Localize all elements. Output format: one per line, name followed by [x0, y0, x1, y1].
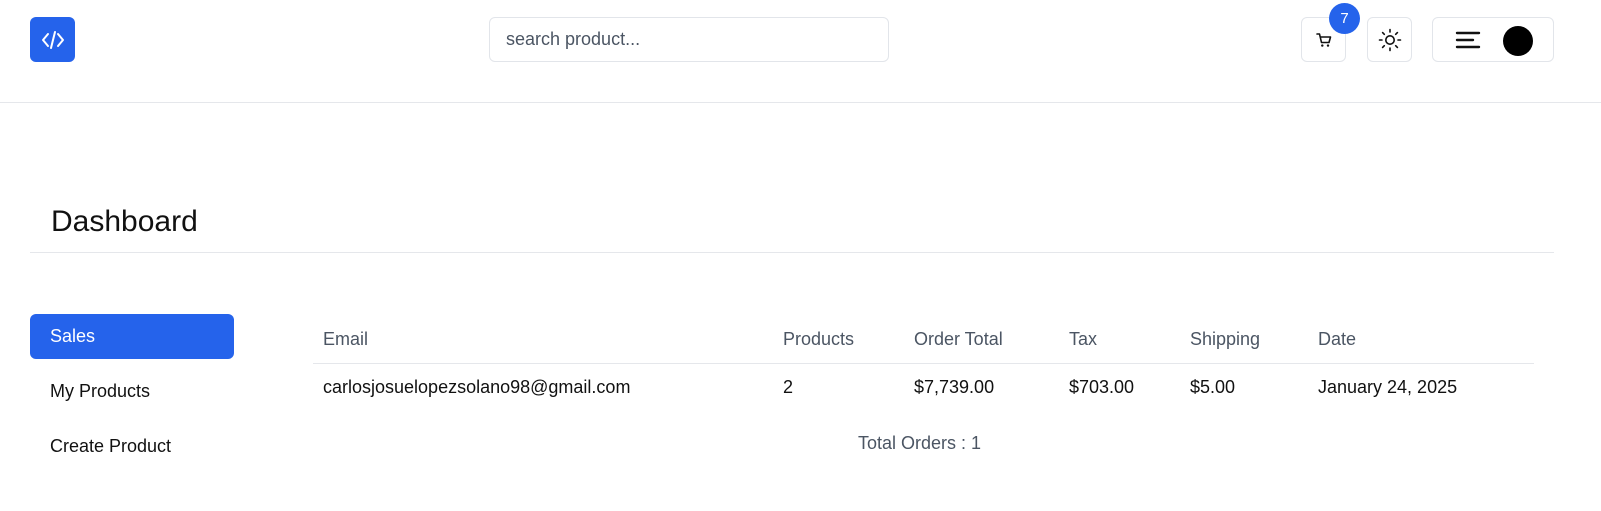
theme-toggle-button[interactable] — [1367, 17, 1412, 62]
top-header: 7 — [0, 0, 1601, 103]
total-orders: Total Orders : 1 — [858, 433, 981, 454]
search-input[interactable] — [489, 17, 889, 62]
cell-tax: $703.00 — [1069, 377, 1135, 397]
avatar — [1503, 26, 1533, 56]
code-icon — [41, 30, 64, 49]
sidebar-item-my-products[interactable]: My Products — [30, 369, 234, 414]
sidebar-item-sales[interactable]: Sales — [30, 314, 234, 359]
cell-order-total: $7,739.00 — [914, 377, 995, 397]
total-orders-value: 1 — [971, 433, 982, 453]
sidebar-item-create-product[interactable]: Create Product — [30, 424, 234, 469]
cart-count-badge: 7 — [1329, 3, 1360, 34]
menu-icon — [1455, 31, 1481, 49]
sun-icon — [1378, 28, 1401, 51]
cell-date: January 24, 2025 — [1318, 377, 1458, 397]
total-orders-label: Total Orders : — [858, 433, 972, 453]
cell-email: carlosjosuelopezsolano98@gmail.com — [323, 377, 631, 397]
title-divider — [30, 252, 1554, 253]
cell-products: 2 — [783, 377, 794, 397]
cell-shipping: $5.00 — [1190, 377, 1236, 397]
column-header-email: Email — [323, 329, 369, 349]
column-header-date: Date — [1318, 329, 1357, 349]
column-header-tax: Tax — [1069, 329, 1098, 349]
column-header-products: Products — [783, 329, 855, 349]
page-title: Dashboard — [51, 205, 198, 238]
column-header-order-total: Order Total — [914, 329, 1003, 349]
cart-icon — [1315, 32, 1331, 47]
user-menu-button[interactable] — [1432, 17, 1554, 62]
table-header-divider — [313, 363, 1534, 364]
logo[interactable] — [30, 17, 75, 62]
column-header-shipping: Shipping — [1190, 329, 1261, 349]
